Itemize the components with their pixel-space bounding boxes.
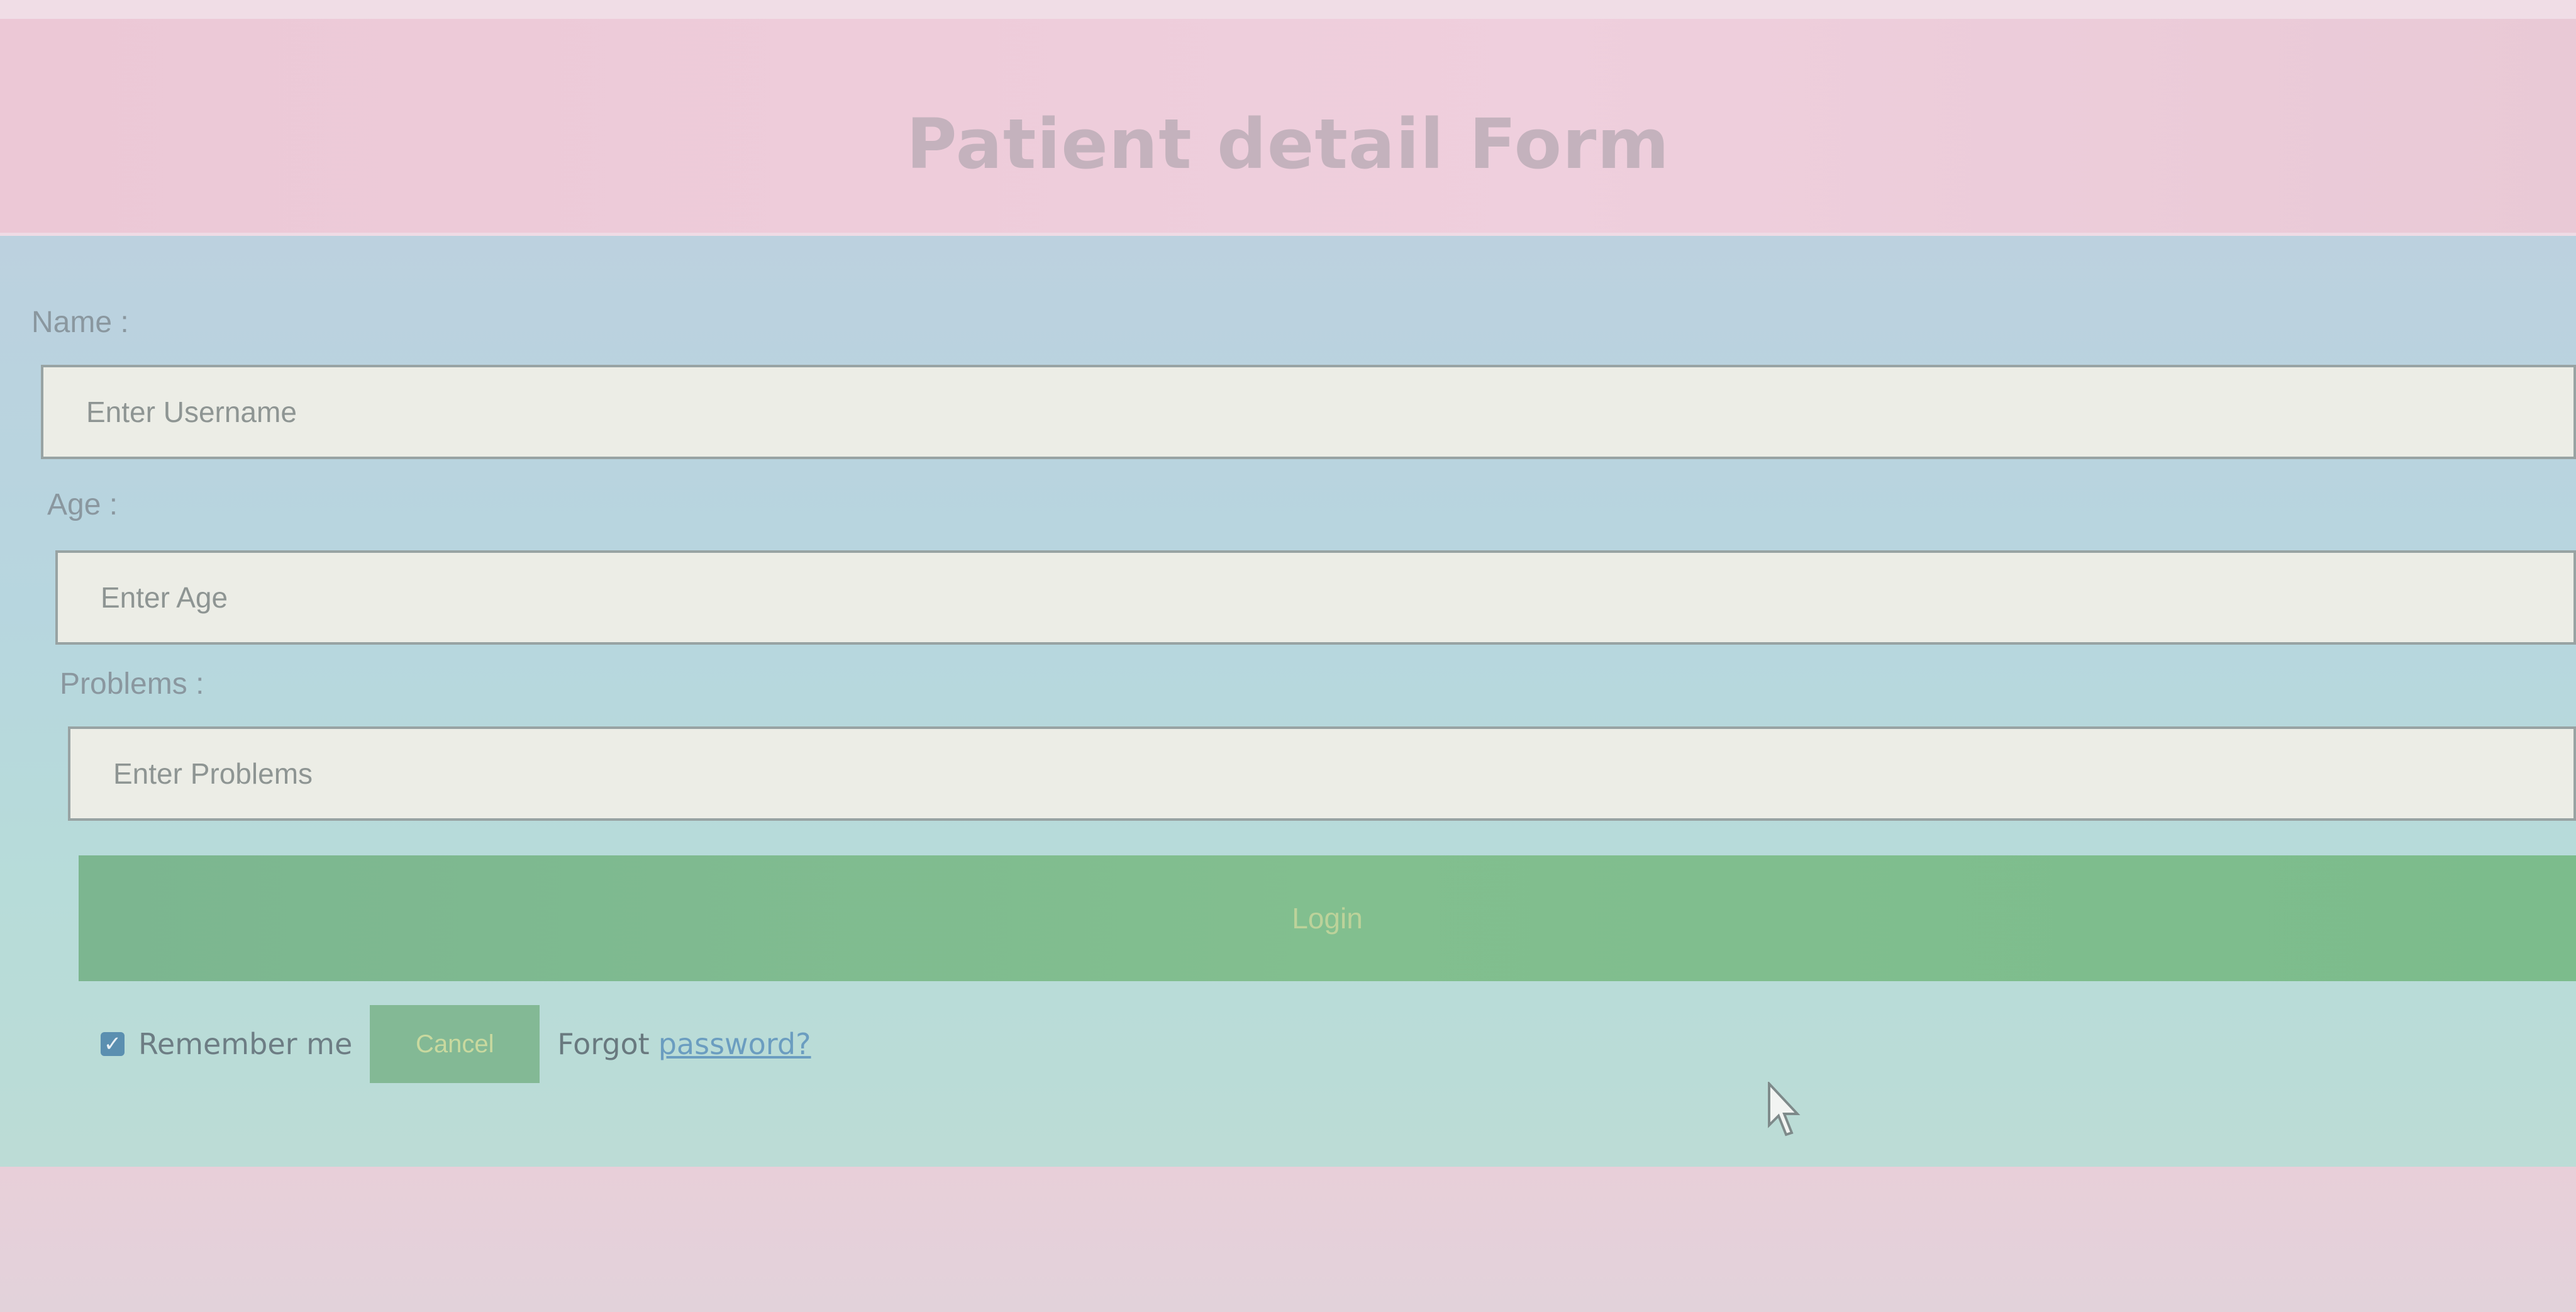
page-title: Patient detail Form (906, 104, 1670, 184)
header-banner: Patient detail Form (0, 19, 2576, 233)
form-actions-row: ✓ Remember me Cancel Forgot password? (101, 1003, 811, 1085)
forgot-password-link[interactable]: password? (658, 1027, 811, 1061)
cancel-button[interactable]: Cancel (370, 1005, 540, 1083)
patient-form-page: Patient detail Form Name : Age : Problem… (0, 0, 2576, 1312)
problems-input[interactable] (68, 726, 2576, 821)
problems-label: Problems : (60, 667, 204, 701)
age-label: Age : (47, 488, 118, 521)
name-input[interactable] (41, 365, 2576, 459)
remember-me-label[interactable]: Remember me (138, 1027, 352, 1061)
mouse-pointer-icon (1768, 1082, 1801, 1137)
name-label: Name : (31, 306, 129, 339)
forgot-text: Forgot (557, 1027, 650, 1061)
age-input[interactable] (55, 550, 2576, 645)
checkbox-checked-icon[interactable]: ✓ (101, 1032, 125, 1056)
login-button[interactable]: Login (79, 855, 2576, 981)
footer-band (0, 1167, 2576, 1312)
patient-detail-form: Name : Age : Problems : Login ✓ Remember… (0, 236, 2576, 1167)
